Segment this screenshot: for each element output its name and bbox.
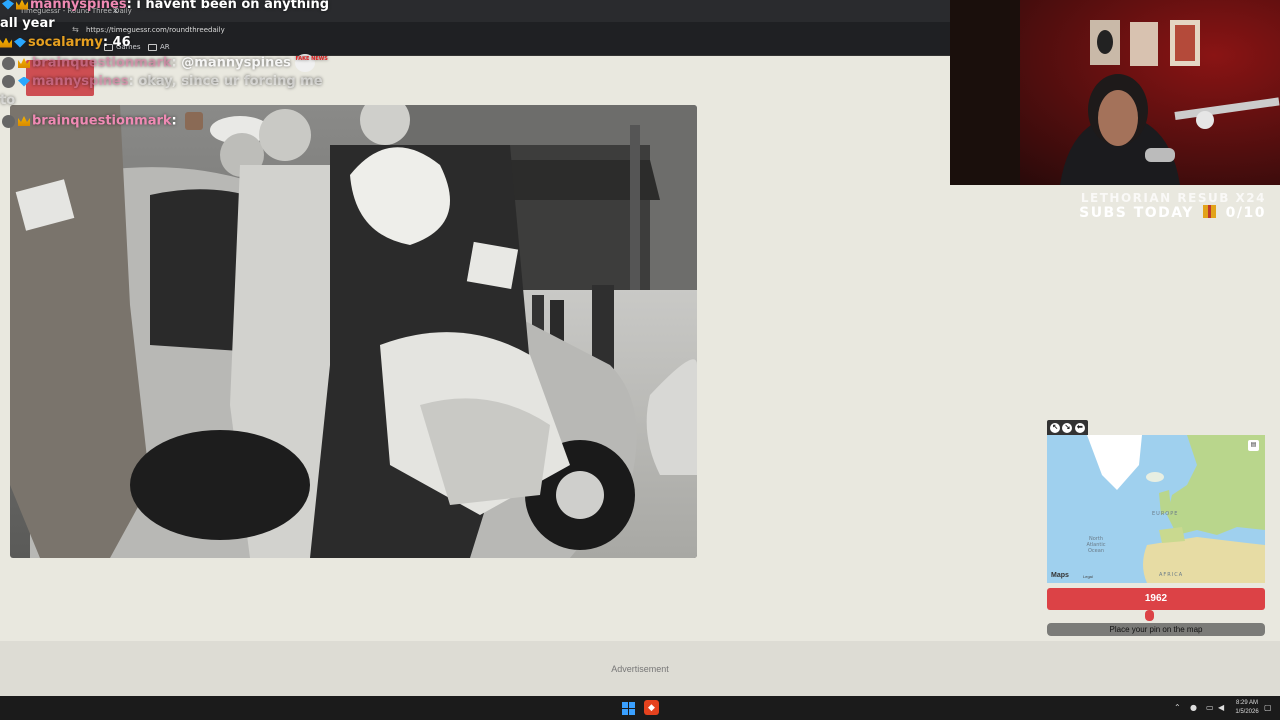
chat-username: brainquestionmark: [32, 113, 172, 129]
expand-icon[interactable]: ↖: [1050, 422, 1061, 433]
badge-icon: [18, 76, 30, 87]
map-layers-icon[interactable]: ▤: [1248, 440, 1259, 451]
crown-icon: [0, 37, 12, 48]
crown-icon: [18, 116, 30, 126]
chat-message: all year: [0, 16, 55, 31]
round-photo: [10, 105, 697, 558]
pin-icon[interactable]: ⬅: [1074, 422, 1085, 433]
fake-news-badge: FAKE NEWS: [295, 54, 328, 72]
avatar: [2, 114, 15, 128]
avatar: [2, 56, 15, 70]
chat-separator: :: [102, 35, 113, 50]
windows-start-icon[interactable]: [622, 702, 635, 715]
place-pin-button[interactable]: Place your pin on the map: [1047, 623, 1265, 636]
maps-legal-link[interactable]: Legal: [1083, 574, 1093, 579]
chat-text: okay, since ur forcing me: [138, 74, 323, 89]
chat-text: 46: [112, 35, 131, 50]
chat-username: mannyspines: [30, 0, 127, 12]
chat-text: i havent been on anything: [136, 0, 330, 12]
notification-icon[interactable]: ▢: [1264, 703, 1272, 712]
badge-icon: [2, 0, 14, 10]
webcam-feed: [950, 0, 1280, 185]
advertisement-label: Advertisement: [611, 664, 669, 674]
microphone-icon[interactable]: ●: [1190, 703, 1197, 712]
chat-username: brainquestionmark: [32, 55, 172, 71]
address-url[interactable]: https://timeguessr.com/roundthreedaily: [86, 26, 225, 34]
avatar: [2, 75, 15, 88]
apple-maps-logo: Maps: [1051, 572, 1069, 579]
chat-message: mannyspines: i havent been on anything: [2, 0, 329, 12]
crown-icon: [16, 0, 28, 10]
chat-text: to: [0, 93, 16, 108]
bookmark-ar[interactable]: AR: [160, 43, 170, 51]
map-controls: ↖ ↘ ⬅: [1047, 420, 1088, 435]
resub-alert: LETHORIAN RESUB X24: [1080, 191, 1266, 205]
chat-text: all year: [0, 16, 55, 31]
taskbar: [0, 696, 1280, 720]
shrink-icon[interactable]: ↘: [1062, 422, 1073, 433]
volume-icon[interactable]: ◀: [1218, 703, 1224, 712]
chat-separator: :: [128, 74, 139, 89]
crown-icon: [18, 58, 30, 68]
year-slider-thumb[interactable]: [1144, 610, 1154, 621]
chat-message: brainquestionmark:: [2, 112, 204, 130]
badge-icon: [14, 37, 26, 48]
map-label-europe: EUROPE: [1152, 511, 1179, 517]
chat-text: @mannyspines: [181, 55, 291, 71]
year-display: 1962: [1047, 588, 1265, 610]
chat-separator: :: [171, 113, 182, 129]
chat-message: socalarmy: 46: [0, 35, 131, 50]
year-slider[interactable]: [1047, 614, 1265, 616]
network-icon[interactable]: ▭: [1206, 703, 1214, 712]
clock-date[interactable]: 1/5/2026: [1232, 709, 1262, 715]
folder-icon: [148, 44, 157, 51]
gift-icon: [1203, 205, 1217, 218]
tray-chevron-icon[interactable]: ⌃: [1174, 703, 1181, 712]
guess-map[interactable]: EUROPE AFRICA North Atlantic Ocean ▤ Map…: [1047, 435, 1265, 583]
site-settings-icon[interactable]: ⇆: [72, 25, 79, 34]
chat-message: brainquestionmark: @mannyspines FAKE NEW…: [2, 54, 328, 72]
subs-goal: SUBS TODAY 0/10: [1079, 205, 1266, 221]
brave-browser-icon[interactable]: ◆: [644, 700, 659, 715]
chat-username: socalarmy: [28, 35, 103, 50]
subs-goal-label: SUBS TODAY: [1079, 205, 1194, 221]
chat-message: mannyspines: okay, since ur forcing me: [2, 74, 323, 89]
subs-goal-count: 0/10: [1225, 205, 1266, 221]
chat-username: mannyspines: [32, 74, 129, 89]
clock-time[interactable]: 8:29 AM: [1232, 700, 1262, 706]
chat-separator: :: [171, 55, 182, 71]
chat-separator: :: [126, 0, 137, 12]
map-label-ocean: North Atlantic Ocean: [1086, 536, 1106, 554]
chat-message: to: [0, 93, 15, 108]
map-label-africa: AFRICA: [1159, 572, 1184, 578]
emote-icon: [185, 112, 204, 130]
